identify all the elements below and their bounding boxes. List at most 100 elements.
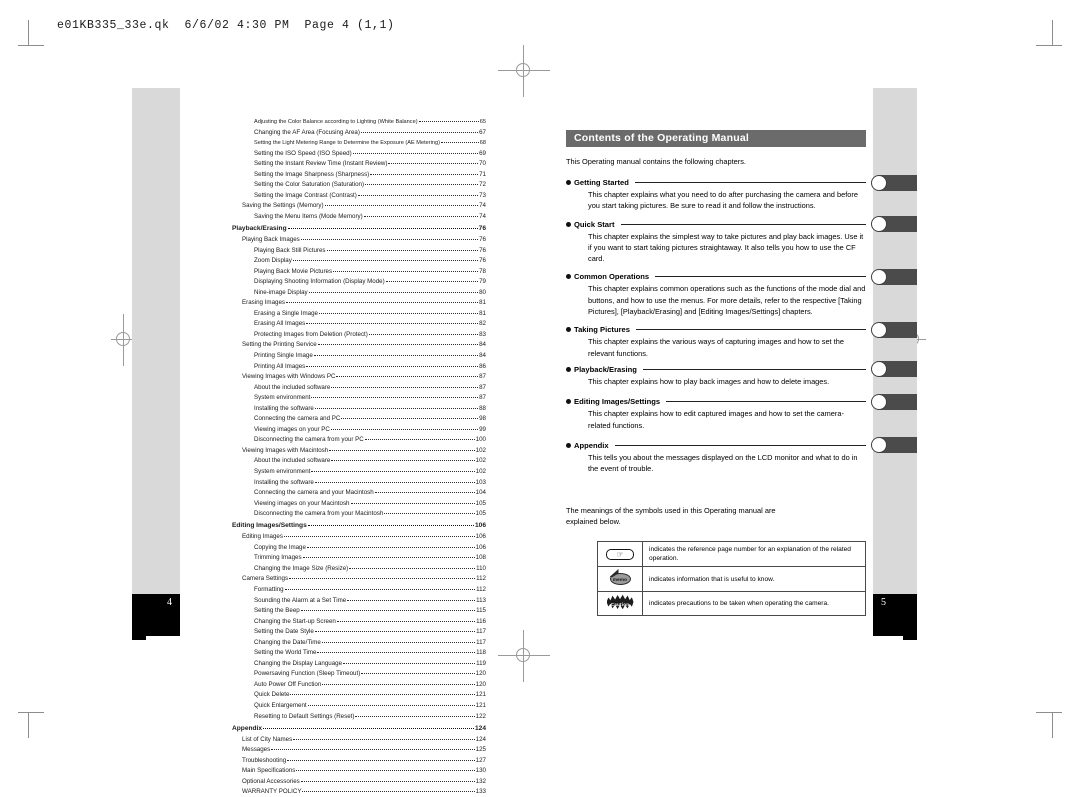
toc-entry-title: Installing the software	[254, 404, 314, 412]
symbol-legend-row: memo indicates information that is useful…	[597, 566, 866, 592]
toc-entry-page: 87	[479, 383, 486, 391]
toc-leader-dots	[314, 476, 475, 483]
bullet-icon	[566, 274, 571, 280]
toc-leader-dots	[307, 699, 475, 706]
chapter-summary: Editing Images/Settings This chapter expl…	[566, 397, 866, 431]
chapter-rule	[620, 223, 866, 225]
symbols-legend-table: ☞ indicates the reference page number for…	[597, 541, 866, 616]
caution-icon-label: Caution	[610, 601, 630, 607]
bullet-icon	[566, 366, 571, 372]
toc-leader-dots	[271, 743, 475, 751]
chapter-label: Getting Started	[574, 178, 629, 187]
toc-leader-dots	[283, 530, 475, 538]
caution-icon: Caution	[606, 594, 634, 610]
toc-entry-page: 65	[479, 119, 486, 125]
toc-entry-page: 104	[475, 489, 486, 497]
toc-leader-dots	[384, 507, 475, 515]
thumb-index-tab	[871, 216, 917, 233]
crop-mark-top-right-h	[1036, 45, 1062, 46]
toc-entry-page: 86	[479, 362, 486, 370]
toc-entry-title: Setting the Printing Service	[242, 341, 317, 349]
chapter-summary: Common Operations This chapter explains c…	[566, 272, 866, 317]
toc-entry-title: Erasing Images	[242, 299, 285, 307]
toc-leader-dots	[306, 360, 479, 367]
toc-leader-dots	[360, 126, 479, 133]
chapter-rule	[636, 329, 866, 331]
bullet-icon	[566, 327, 571, 333]
bullet-icon	[566, 221, 571, 227]
toc-entry-page: 113	[476, 596, 486, 604]
toc-entry-title: Messages	[242, 746, 271, 754]
right-page-tail-bar	[903, 636, 917, 640]
toc-entry-page: 102	[475, 446, 486, 454]
chapter-summary: Getting Started This chapter explains wha…	[566, 178, 866, 212]
chapter-description: This chapter explains common operations …	[588, 284, 866, 317]
page-title-bar: Contents of the Operating Manual	[566, 130, 866, 147]
chapter-label: Playback/Erasing	[574, 364, 637, 374]
toc-entry-title: Changing the AF Area (Focusing Area)	[254, 128, 360, 136]
toc-entry-title: Saving the Menu Items (Mode Memory)	[254, 212, 363, 220]
toc-entry-page: 105	[475, 510, 486, 518]
toc-leader-dots	[313, 349, 479, 356]
chapter-heading: Playback/Erasing	[566, 365, 866, 374]
chapter-description: This tells you about the messages displa…	[588, 452, 858, 474]
toc-leader-dots	[263, 722, 474, 729]
toc-entry-page: 112	[476, 585, 486, 593]
toc-leader-dots	[361, 667, 475, 675]
toc-entry-page: 88	[479, 404, 486, 412]
toc-entry-title: Setting the Date Style	[254, 628, 314, 636]
symbol-icon-cell: memo	[597, 566, 643, 592]
toc-entry-title: Quick Enlargement	[254, 701, 307, 709]
toc-leader-dots	[286, 296, 479, 304]
chapter-heading: Editing Images/Settings	[566, 397, 866, 406]
toc-entry-title: Changing the Date/Time	[254, 638, 321, 646]
toc-entry-page: 118	[476, 649, 486, 657]
crop-mark-bottom-left-v	[28, 712, 29, 738]
chapter-description: This chapter explains how to edit captur…	[588, 409, 844, 430]
toc-leader-dots	[287, 754, 475, 761]
toc-entry-title: Setting the World Time	[254, 649, 317, 657]
chapter-rule	[655, 276, 866, 278]
toc-entry-page: 106	[475, 543, 486, 551]
thumb-tab-circle	[871, 393, 887, 410]
toc-entry-row: Saving the Menu Items (Mode Memory) 74	[232, 211, 486, 222]
chapter-description: This chapter explains the simplest way t…	[588, 231, 864, 264]
toc-leader-dots	[289, 572, 476, 580]
toc-leader-dots	[365, 178, 479, 186]
toc-leader-dots	[302, 785, 475, 793]
chapter-label: Quick Start	[574, 219, 615, 229]
toc-entry-page: 78	[479, 267, 486, 275]
toc-entry-title: Saving the Settings (Memory)	[242, 202, 324, 210]
right-page-number: 5	[881, 597, 886, 608]
thumb-index-tab	[871, 268, 917, 285]
toc-entry-page: 100	[475, 436, 486, 444]
chapter-label: Common Operations	[574, 272, 650, 282]
toc-entry-title: Setting the Image Sharpness (Sharpness)	[254, 170, 370, 178]
toc-entry-page: 105	[475, 499, 486, 507]
toc-entry-title: Setting the Instant Review Time (Instant…	[254, 160, 388, 168]
toc-leader-dots	[368, 328, 479, 335]
chapter-label: Taking Pictures	[574, 325, 630, 335]
symbol-legend-row: Caution indicates precautions to be taken…	[597, 591, 866, 616]
right-page-number-block: 5	[873, 594, 917, 636]
thumb-index-tab	[871, 174, 917, 191]
toc-leader-dots	[300, 604, 476, 612]
left-page-number-block: 4	[132, 594, 180, 636]
toc-leader-dots	[331, 381, 479, 388]
toc-entry-page: 82	[479, 320, 486, 328]
thumb-tab-circle	[871, 321, 887, 338]
toc-leader-dots	[287, 222, 478, 229]
toc-entry-page: 108	[475, 554, 486, 562]
toc-leader-dots	[336, 615, 476, 622]
toc-entry-page: 80	[479, 288, 486, 296]
chapter-summary: Playback/Erasing This chapter explains ho…	[566, 365, 866, 387]
file-slug-header: e01KB335_33e.qk 6/6/02 4:30 PM Page 4 (1…	[57, 19, 395, 32]
toc-entry-title: Optional Accessories	[242, 777, 300, 785]
toc-entry-title: Viewing images on your PC	[254, 425, 330, 433]
toc-leader-dots	[292, 254, 479, 262]
toc-entry-page: 106	[474, 522, 486, 530]
toc-entry-title: Disconnecting the camera from your Macin…	[254, 510, 384, 518]
toc-entry-title: Camera Settings	[242, 575, 289, 583]
memo-icon-label: memo	[612, 577, 628, 582]
toc-leader-dots	[306, 541, 475, 548]
